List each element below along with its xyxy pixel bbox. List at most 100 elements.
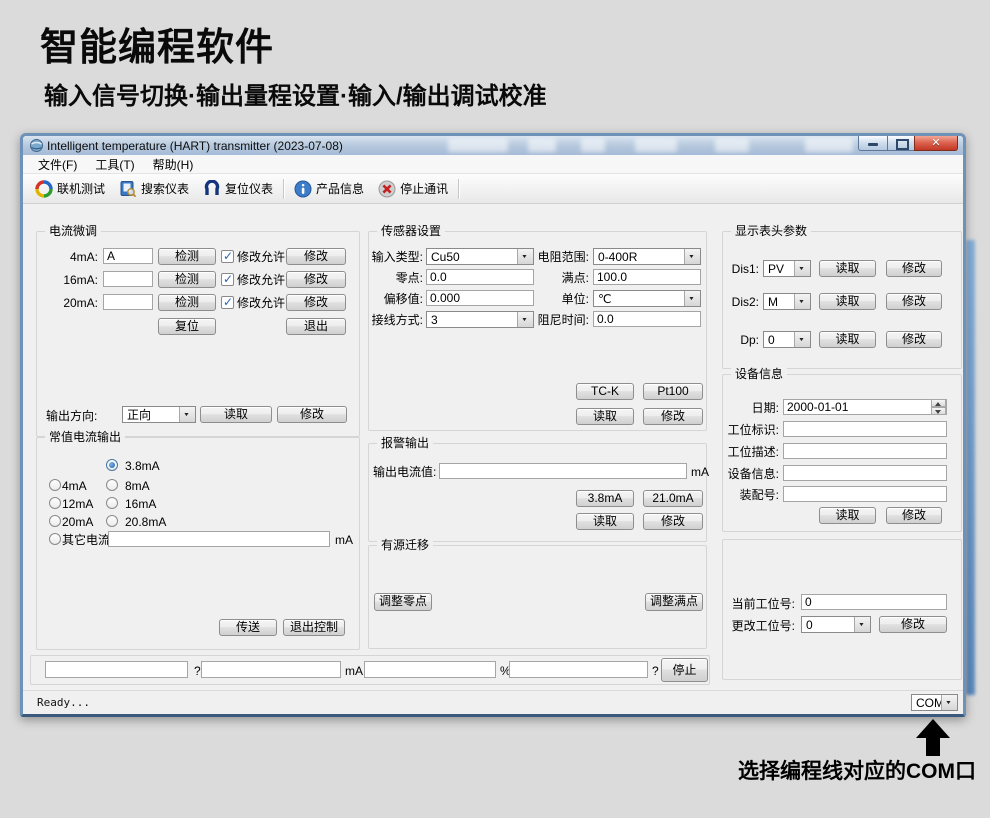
station-desc-input[interactable] xyxy=(783,443,947,459)
chevron-down-icon[interactable] xyxy=(517,249,533,264)
trim-4ma-modify-button[interactable]: 修改 xyxy=(286,248,346,265)
alarm-read-button[interactable]: 读取 xyxy=(576,513,634,530)
damping-input[interactable] xyxy=(593,311,701,327)
trim-4ma-allow-checkbox[interactable] xyxy=(221,250,234,263)
chevron-down-icon[interactable] xyxy=(854,617,870,632)
radio-3.8ma[interactable] xyxy=(106,459,118,471)
adjust-zero-button[interactable]: 调整零点 xyxy=(374,593,432,611)
online-test-button[interactable]: 联机测试 xyxy=(28,177,112,201)
pt100-button[interactable]: Pt100 xyxy=(643,383,703,400)
alarm-21ma-button[interactable]: 21.0mA xyxy=(643,490,703,507)
chevron-down-icon[interactable] xyxy=(794,261,810,276)
com-port-combo[interactable]: COM8 xyxy=(911,694,958,711)
output-direction-combo[interactable]: 正向 xyxy=(122,406,196,423)
trim-16ma-allow-checkbox[interactable] xyxy=(221,273,234,286)
chevron-down-icon[interactable] xyxy=(179,407,195,422)
trim-exit-button[interactable]: 退出 xyxy=(286,318,346,335)
input-type-combo[interactable]: Cu50 xyxy=(426,248,534,265)
radio-12ma[interactable] xyxy=(49,497,61,509)
trim-20ma-modify-button[interactable]: 修改 xyxy=(286,294,346,311)
sensor-read-button[interactable]: 读取 xyxy=(576,408,634,425)
output-direction-modify-button[interactable]: 修改 xyxy=(277,406,347,423)
device-read-button[interactable]: 读取 xyxy=(819,507,876,524)
menu-tools[interactable]: 工具(T) xyxy=(86,155,143,174)
trim-16ma-input[interactable] xyxy=(103,271,153,287)
monitor-input-3[interactable] xyxy=(364,661,496,678)
alarm-modify-button[interactable]: 修改 xyxy=(643,513,703,530)
chevron-down-icon[interactable] xyxy=(794,332,810,347)
chevron-down-icon[interactable] xyxy=(517,312,533,327)
trim-16ma-detect-button[interactable]: 检测 xyxy=(158,271,216,288)
radio-8ma[interactable] xyxy=(106,479,118,491)
trim-4ma-input[interactable] xyxy=(103,248,153,264)
station-id-input[interactable] xyxy=(783,421,947,437)
maximize-button[interactable] xyxy=(887,136,915,151)
dis2-combo[interactable]: M xyxy=(763,293,811,310)
monitor-input-1[interactable] xyxy=(45,661,188,678)
other-current-input[interactable] xyxy=(108,531,330,547)
stop-comm-button[interactable]: 停止通讯 xyxy=(371,177,455,201)
search-instrument-button[interactable]: 搜索仪表 xyxy=(112,177,196,201)
assembly-no-input[interactable] xyxy=(783,486,947,502)
dis2-modify-button[interactable]: 修改 xyxy=(886,293,942,310)
send-button[interactable]: 传送 xyxy=(219,619,277,636)
sync-arrows-icon xyxy=(35,180,53,198)
title-bar[interactable]: Intelligent temperature (HART) transmitt… xyxy=(23,136,963,155)
trim-20ma-allow-checkbox[interactable] xyxy=(221,296,234,309)
device-modify-button[interactable]: 修改 xyxy=(886,507,942,524)
monitor-input-4[interactable] xyxy=(509,661,648,678)
stop-button[interactable]: 停止 xyxy=(661,658,708,682)
trim-20ma-input[interactable] xyxy=(103,294,153,310)
dis1-combo[interactable]: PV xyxy=(763,260,811,277)
radio-20.8ma[interactable] xyxy=(106,515,118,527)
device-info-input[interactable] xyxy=(783,465,947,481)
reset-instrument-button[interactable]: 复位仪表 xyxy=(196,177,280,201)
station-modify-button[interactable]: 修改 xyxy=(879,616,947,633)
dp-modify-button[interactable]: 修改 xyxy=(886,331,942,348)
dis1-read-button[interactable]: 读取 xyxy=(819,260,876,277)
unit-combo[interactable]: ℃ xyxy=(593,290,701,307)
menu-help[interactable]: 帮助(H) xyxy=(144,155,203,174)
dp-read-button[interactable]: 读取 xyxy=(819,331,876,348)
trim-4ma-detect-button[interactable]: 检测 xyxy=(158,248,216,265)
minimize-button[interactable] xyxy=(858,136,888,151)
trim-20ma-detect-button[interactable]: 检测 xyxy=(158,294,216,311)
radio-4ma[interactable] xyxy=(49,479,61,491)
radio-other-current[interactable] xyxy=(49,533,61,545)
dis2-read-button[interactable]: 读取 xyxy=(819,293,876,310)
monitor-input-2[interactable] xyxy=(201,661,341,678)
offset-input[interactable] xyxy=(426,290,534,306)
trim-reset-button[interactable]: 复位 xyxy=(158,318,216,335)
spin-down-icon[interactable] xyxy=(931,407,946,415)
product-info-button[interactable]: 产品信息 xyxy=(287,177,371,201)
change-station-combo[interactable]: 0 xyxy=(801,616,871,633)
output-direction-read-button[interactable]: 读取 xyxy=(200,406,272,423)
close-button[interactable] xyxy=(914,136,958,151)
trim-16ma-modify-button[interactable]: 修改 xyxy=(286,271,346,288)
chevron-down-icon[interactable] xyxy=(941,695,957,710)
chevron-down-icon[interactable] xyxy=(684,249,700,264)
exit-control-button[interactable]: 退出控制 xyxy=(283,619,345,636)
alarm-unit: mA xyxy=(691,465,709,479)
date-spinner[interactable] xyxy=(931,399,946,415)
date-input[interactable] xyxy=(783,399,947,415)
current-station-input[interactable] xyxy=(801,594,947,610)
alarm-current-input[interactable] xyxy=(439,463,687,479)
radio-20ma[interactable] xyxy=(49,515,61,527)
wiring-combo[interactable]: 3 xyxy=(426,311,534,328)
dis1-modify-button[interactable]: 修改 xyxy=(886,260,942,277)
dp-combo[interactable]: 0 xyxy=(763,331,811,348)
chevron-down-icon[interactable] xyxy=(794,294,810,309)
spin-up-icon[interactable] xyxy=(931,399,946,407)
radio-16ma[interactable] xyxy=(106,497,118,509)
zero-input[interactable] xyxy=(426,269,534,285)
input-type-label: 输入类型: xyxy=(371,250,423,264)
menu-file[interactable]: 文件(F) xyxy=(29,155,86,174)
alarm-3.8ma-button[interactable]: 3.8mA xyxy=(576,490,634,507)
sensor-modify-button[interactable]: 修改 xyxy=(643,408,703,425)
res-range-combo[interactable]: 0-400R xyxy=(593,248,701,265)
chevron-down-icon[interactable] xyxy=(684,291,700,306)
adjust-full-button[interactable]: 调整满点 xyxy=(645,593,703,611)
tck-button[interactable]: TC-K xyxy=(576,383,634,400)
full-input[interactable] xyxy=(593,269,701,285)
